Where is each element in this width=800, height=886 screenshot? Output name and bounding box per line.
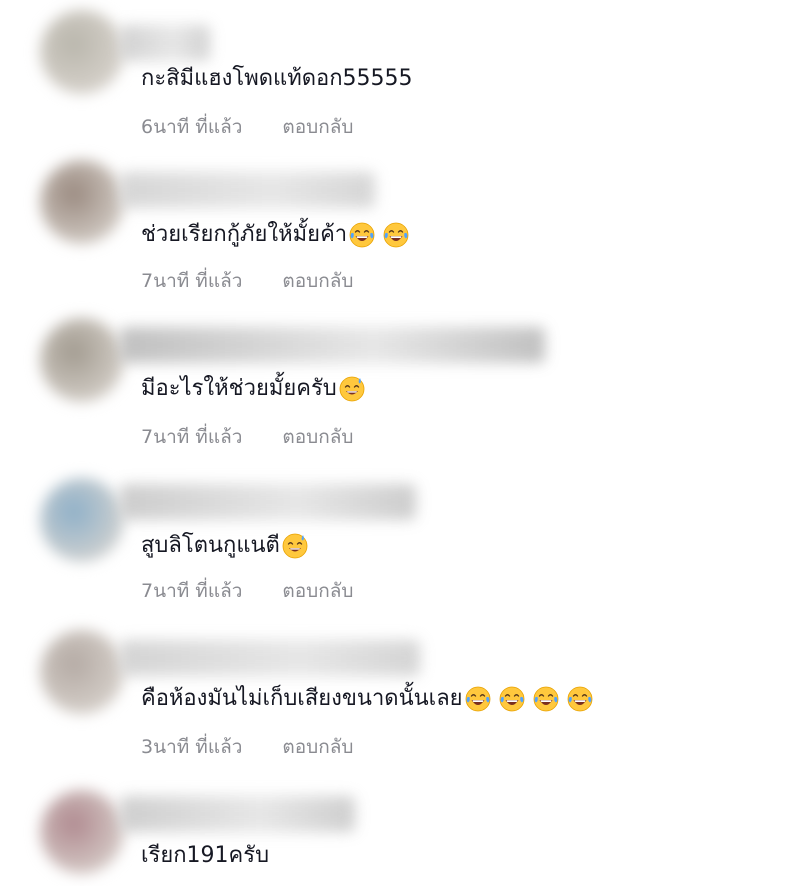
comment-text: คือห้องมันไม่เก็บเสียงขนาดนั้นเลย: [141, 686, 463, 711]
username-blurred[interactable]: [120, 640, 420, 676]
reply-button[interactable]: ตอบกลับ: [282, 578, 353, 604]
comment-text-row: ช่วยเรียกกู้ภัยให้มั้ยค้า: [141, 220, 409, 250]
username-blurred[interactable]: [120, 327, 545, 363]
reply-button[interactable]: ตอบกลับ: [282, 114, 353, 140]
comment-text-row: คือห้องมันไม่เก็บเสียงขนาดนั้นเลย: [141, 684, 593, 714]
reply-button[interactable]: ตอบกลับ: [282, 424, 353, 450]
username-blurred[interactable]: [120, 25, 210, 61]
comment-meta: 7นาที ที่แล้ว ตอบกลับ: [141, 268, 353, 294]
comment-text-row: เรียก191ครับ: [141, 841, 269, 871]
comment-meta: 7นาที ที่แล้ว ตอบกลับ: [141, 424, 353, 450]
avatar[interactable]: [40, 160, 124, 244]
comment-meta: 6นาที ที่แล้ว ตอบกลับ: [141, 114, 353, 140]
laugh-cry-emoji-icon: [567, 686, 592, 712]
comment-time: 7นาที ที่แล้ว: [141, 426, 243, 448]
comment-text-row: กะสิมีแฮงโพดแท้ดอก55555: [141, 64, 413, 94]
comment-time: 7นาที ที่แล้ว: [141, 270, 243, 292]
comment-time: 6นาที ที่แล้ว: [141, 116, 243, 138]
comment-text-row: มีอะไรให้ช่วยมั้ยครับ: [141, 374, 365, 404]
sweat-smile-emoji-icon: [339, 376, 365, 402]
comment-text: มีอะไรให้ช่วยมั้ยครับ: [141, 376, 337, 401]
comment-text: เรียก191ครับ: [141, 843, 270, 868]
laugh-cry-emoji-icon: [349, 222, 375, 248]
username-blurred[interactable]: [120, 484, 416, 520]
comment-text: สูบลิโตนกูแนตี: [141, 533, 280, 558]
sweat-smile-emoji-icon: [282, 533, 308, 559]
laugh-cry-emoji-icon: [465, 686, 490, 712]
avatar[interactable]: [40, 10, 124, 94]
reply-button[interactable]: ตอบกลับ: [282, 734, 353, 760]
reply-button[interactable]: ตอบกลับ: [282, 268, 353, 294]
laugh-cry-emoji-icon: [499, 686, 524, 712]
comment-meta: 3นาที ที่แล้ว ตอบกลับ: [141, 734, 353, 760]
comment-text-row: สูบลิโตนกูแนตี: [141, 531, 308, 561]
comment-text: ช่วยเรียกกู้ภัยให้มั้ยค้า: [141, 222, 348, 247]
comment-meta: 7นาที ที่แล้ว ตอบกลับ: [141, 578, 353, 604]
username-blurred[interactable]: [120, 796, 355, 832]
comment-text: กะสิมีแฮงโพดแท้ดอก55555: [141, 66, 413, 91]
laugh-cry-emoji-icon: [383, 222, 409, 248]
comment-time: 3นาที ที่แล้ว: [141, 736, 243, 758]
avatar[interactable]: [40, 790, 124, 874]
laugh-cry-emoji-icon: [533, 686, 558, 712]
username-blurred[interactable]: [120, 172, 375, 208]
comment-time: 7นาที ที่แล้ว: [141, 580, 243, 602]
avatar[interactable]: [40, 630, 124, 714]
avatar[interactable]: [40, 478, 124, 562]
avatar[interactable]: [40, 318, 124, 402]
